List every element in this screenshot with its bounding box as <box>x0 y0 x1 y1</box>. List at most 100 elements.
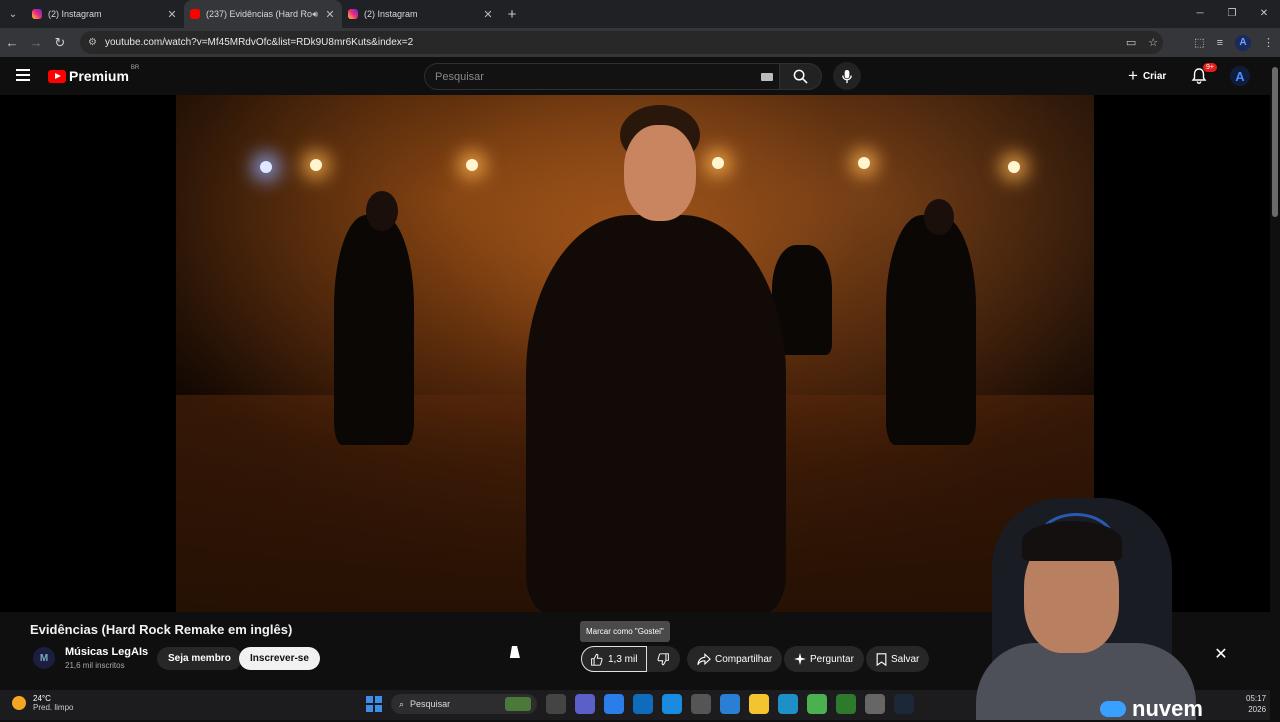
page-scrollbar[interactable] <box>1270 57 1280 690</box>
weather-widget[interactable]: 24°C Pred. limpo <box>12 694 73 712</box>
app-icon[interactable] <box>865 694 885 714</box>
close-tab-icon[interactable]: ✕ <box>166 8 178 21</box>
search-button[interactable] <box>780 63 822 90</box>
keyboard-icon[interactable] <box>761 73 773 81</box>
minimize-icon[interactable]: ─ <box>1184 0 1216 28</box>
media-control-icon[interactable]: ≡ <box>1217 37 1223 49</box>
dislike-button[interactable] <box>647 652 679 666</box>
windows-start-icon[interactable] <box>366 696 382 712</box>
stage-light <box>858 157 870 169</box>
region-code: BR <box>130 65 140 71</box>
speaker-icon[interactable]: 🔊︎ <box>312 9 318 20</box>
hamburger-menu-icon[interactable] <box>16 69 30 81</box>
tab-title: (2) Instagram <box>364 9 418 19</box>
file-explorer-icon[interactable] <box>749 694 769 714</box>
guitarist-left-head <box>366 191 398 231</box>
forward-icon[interactable]: → <box>24 35 48 50</box>
plus-icon: + <box>1128 66 1138 85</box>
system-clock[interactable]: 05:17 2026 <box>1246 693 1266 715</box>
browser-tab-strip: ⌄ (2) Instagram ✕ (237) Evidências (Hard… <box>0 0 1280 28</box>
browser-app-icon[interactable] <box>720 694 740 714</box>
profile-avatar[interactable]: A <box>1235 34 1251 51</box>
youtube-logo[interactable]: Premium BR <box>48 65 140 84</box>
share-label: Compartilhar <box>715 653 773 665</box>
notification-badge: 9+ <box>1203 63 1217 72</box>
browser-toolbar: ← → ↻ ⚙ youtube.com/watch?v=Mf45MRdvOfc&… <box>0 28 1280 57</box>
close-window-icon[interactable]: ✕ <box>1248 0 1280 28</box>
new-tab-button[interactable]: + <box>500 6 524 23</box>
tab-title: (237) Evidências (Hard Rock <box>206 9 313 19</box>
edge-icon[interactable] <box>778 694 798 714</box>
search-icon: ⌕ <box>399 698 405 709</box>
singer <box>526 215 786 612</box>
instagram-icon <box>32 9 42 19</box>
taskbar-search[interactable]: ⌕ Pesquisar <box>391 694 537 714</box>
temperature: 24°C <box>33 694 51 703</box>
store-icon[interactable] <box>633 694 653 714</box>
extensions-icon[interactable]: ⬚ <box>1194 36 1204 49</box>
search-highlight-icon <box>505 697 531 711</box>
clock-date: 2026 <box>1248 705 1267 714</box>
voice-search-button[interactable] <box>833 62 861 90</box>
restore-icon[interactable]: ❐ <box>1216 0 1248 28</box>
reload-icon[interactable]: ↻ <box>48 35 72 51</box>
stage-light <box>260 161 272 173</box>
close-tab-icon[interactable]: ✕ <box>324 8 336 21</box>
like-dislike-group: 1,3 mil <box>581 646 680 672</box>
stage-light <box>1008 161 1020 173</box>
brand-text: nuvem <box>1132 696 1203 721</box>
create-button[interactable]: + Criar <box>1128 65 1166 87</box>
back-icon[interactable]: ← <box>0 35 24 50</box>
video-title: Evidências (Hard Rock Remake em inglês) <box>30 622 293 637</box>
share-button[interactable]: Compartilhar <box>687 646 783 672</box>
channel-name[interactable]: Músicas LegAIs <box>65 646 148 658</box>
address-bar[interactable]: ⚙ youtube.com/watch?v=Mf45MRdvOfc&list=R… <box>80 31 1163 54</box>
join-member-button[interactable]: Seja membro <box>157 647 242 670</box>
like-count: 1,3 mil <box>608 653 638 665</box>
bookmark-star-icon[interactable]: ☆ <box>1148 36 1158 49</box>
sparkle-icon <box>794 653 806 665</box>
chat-icon[interactable] <box>662 694 682 714</box>
taskbar-apps <box>546 694 914 714</box>
teams-icon[interactable] <box>575 694 595 714</box>
close-tab-icon[interactable]: ✕ <box>482 8 494 21</box>
account-avatar[interactable]: A <box>1230 66 1250 86</box>
microphone-icon <box>842 69 852 83</box>
copilot-icon[interactable] <box>604 694 624 714</box>
menu-kebab-icon[interactable]: ⋮ <box>1263 36 1274 49</box>
save-label: Salvar <box>891 653 920 665</box>
like-button[interactable]: 1,3 mil <box>581 646 647 672</box>
search-placeholder: Pesquisar <box>435 70 484 83</box>
install-app-icon[interactable]: ▭ <box>1126 36 1136 49</box>
singer-face <box>624 125 696 221</box>
ask-button[interactable]: Perguntar <box>784 646 864 672</box>
guitarist-right-head <box>924 199 954 235</box>
like-tooltip: Marcar como "Gostei" <box>580 621 670 642</box>
task-view-icon[interactable] <box>546 694 566 714</box>
browser-actions: ▭ ☆ ⬚ ≡ A ⋮ <box>1126 31 1274 54</box>
steam-icon[interactable] <box>894 694 914 714</box>
scrollbar-thumb[interactable] <box>1272 67 1278 217</box>
tab-youtube[interactable]: (237) Evidências (Hard Rock 🔊︎ ✕ <box>184 0 342 28</box>
app-icon[interactable] <box>836 694 856 714</box>
channel-avatar[interactable]: M <box>33 647 55 669</box>
save-button[interactable]: Salvar <box>866 646 930 672</box>
streamer-hair <box>1022 521 1122 561</box>
search-input[interactable]: Pesquisar <box>424 63 780 90</box>
tab-instagram-1[interactable]: (2) Instagram ✕ <box>26 0 184 28</box>
taskbar-search-placeholder: Pesquisar <box>410 699 451 709</box>
tab-instagram-2[interactable]: (2) Instagram ✕ <box>342 0 500 28</box>
site-info-icon[interactable]: ⚙ <box>88 37 97 48</box>
subscribe-button[interactable]: Inscrever-se <box>239 647 320 670</box>
share-arrow-icon <box>697 652 711 665</box>
calculator-icon[interactable] <box>691 694 711 714</box>
search-icon <box>793 69 808 84</box>
url-text: youtube.com/watch?v=Mf45MRdvOfc&list=RDk… <box>104 37 414 48</box>
stage-light <box>466 159 478 171</box>
clock-time: 05:17 <box>1246 694 1267 703</box>
stage-light <box>310 159 322 171</box>
chrome-icon[interactable] <box>807 694 827 714</box>
webcam-overlay <box>936 493 1270 720</box>
stage-light <box>712 157 724 169</box>
tab-search-button[interactable]: ⌄ <box>0 0 26 28</box>
